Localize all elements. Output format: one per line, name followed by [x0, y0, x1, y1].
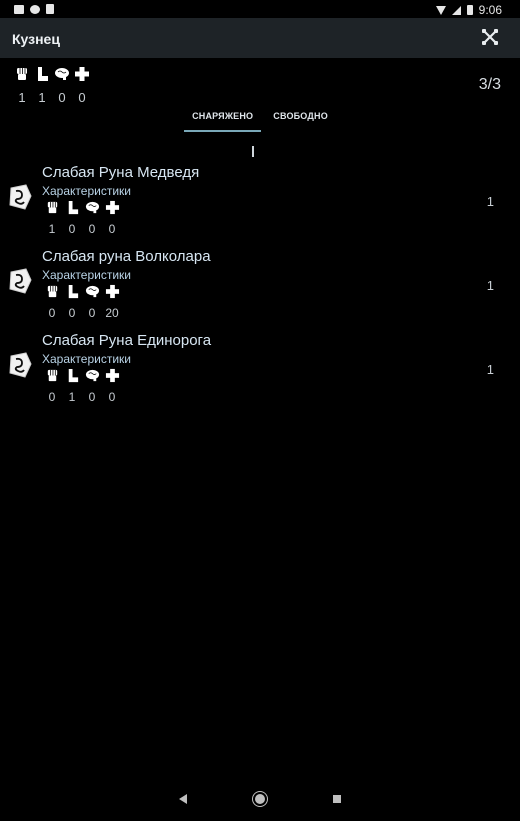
stat-strength-value: 1 — [18, 90, 26, 105]
boot-icon — [32, 66, 52, 87]
item-name: Слабая Руна Единорога — [42, 332, 212, 349]
signal-icon — [451, 5, 461, 15]
plus-icon — [102, 200, 122, 220]
tab-equipped[interactable]: СНАРЯЖЕНО — [184, 107, 262, 132]
boot-icon — [62, 200, 82, 220]
boot-icon — [62, 368, 82, 388]
recent-apps-icon[interactable] — [333, 795, 341, 803]
page-title: Кузнец — [12, 31, 60, 47]
circle-icon — [30, 4, 40, 14]
status-bar: 9:06 — [0, 0, 520, 18]
stat-agility-value: 1 — [38, 90, 46, 105]
item-stats: 1 0 0 0 — [42, 200, 122, 236]
battery-icon — [466, 5, 473, 15]
item-stat-value: 1 — [68, 390, 76, 404]
item-stat-value: 0 — [68, 306, 76, 320]
stat-intellect-value: 0 — [58, 90, 66, 105]
home-icon[interactable] — [255, 794, 265, 804]
status-time: 9:06 — [478, 3, 502, 17]
fist-icon — [12, 66, 32, 87]
rune-stone-icon — [9, 268, 32, 294]
tab-bar: СНАРЯЖЕНО СВОБОДНО — [0, 107, 520, 132]
item-quantity: 1 — [486, 362, 494, 377]
boot-icon — [62, 284, 82, 304]
brain-icon — [82, 200, 102, 220]
list-item[interactable]: Слабая Руна Медведя Характеристики 1 0 0… — [0, 164, 520, 248]
item-stats: 0 0 0 20 — [42, 284, 122, 320]
item-stat-value: 20 — [105, 306, 119, 320]
brain-icon — [82, 368, 102, 388]
app-bar: Кузнец — [0, 18, 520, 58]
system-nav-bar — [0, 777, 520, 821]
item-name: Слабая руна Волколара — [42, 248, 211, 265]
stat-health-value: 0 — [78, 90, 86, 105]
item-stats: 0 1 0 0 — [42, 368, 122, 404]
rune-stone-icon — [9, 184, 32, 210]
tab-free[interactable]: СВОБОДНО — [265, 107, 336, 131]
fist-icon — [42, 200, 62, 220]
plus-icon — [102, 368, 122, 388]
text-cursor — [252, 146, 254, 157]
fist-icon — [42, 284, 62, 304]
item-stat-value: 0 — [68, 222, 76, 236]
plus-icon — [102, 284, 122, 304]
item-quantity: 1 — [486, 278, 494, 293]
item-quantity: 1 — [486, 194, 494, 209]
item-stat-value: 0 — [88, 222, 96, 236]
item-subtitle[interactable]: Характеристики — [42, 184, 131, 198]
rune-stone-icon — [9, 352, 32, 378]
item-stat-value: 0 — [108, 390, 116, 404]
fist-icon — [42, 368, 62, 388]
item-stat-value: 0 — [48, 306, 56, 320]
brain-icon — [52, 66, 72, 87]
list-item[interactable]: Слабая Руна Единорога Характеристики 0 1… — [0, 332, 520, 416]
item-stat-value: 0 — [88, 390, 96, 404]
brain-icon — [82, 284, 102, 304]
back-icon[interactable] — [179, 794, 187, 804]
item-stat-value: 0 — [88, 306, 96, 320]
slot-counter: 3/3 — [478, 76, 501, 93]
item-stat-value: 0 — [108, 222, 116, 236]
mail-icon — [14, 4, 24, 14]
item-subtitle[interactable]: Характеристики — [42, 352, 131, 366]
sd-card-icon — [46, 4, 54, 14]
item-stat-value: 0 — [48, 390, 56, 404]
item-stat-value: 1 — [48, 222, 56, 236]
plus-icon — [72, 66, 92, 87]
item-subtitle[interactable]: Характеристики — [42, 268, 131, 282]
item-name: Слабая Руна Медведя — [42, 164, 200, 181]
wifi-icon — [435, 5, 446, 15]
crossed-swords-icon[interactable] — [480, 27, 500, 47]
list-item[interactable]: Слабая руна Волколара Характеристики 0 0… — [0, 248, 520, 332]
summary-stats: 1 1 0 0 — [12, 66, 92, 105]
